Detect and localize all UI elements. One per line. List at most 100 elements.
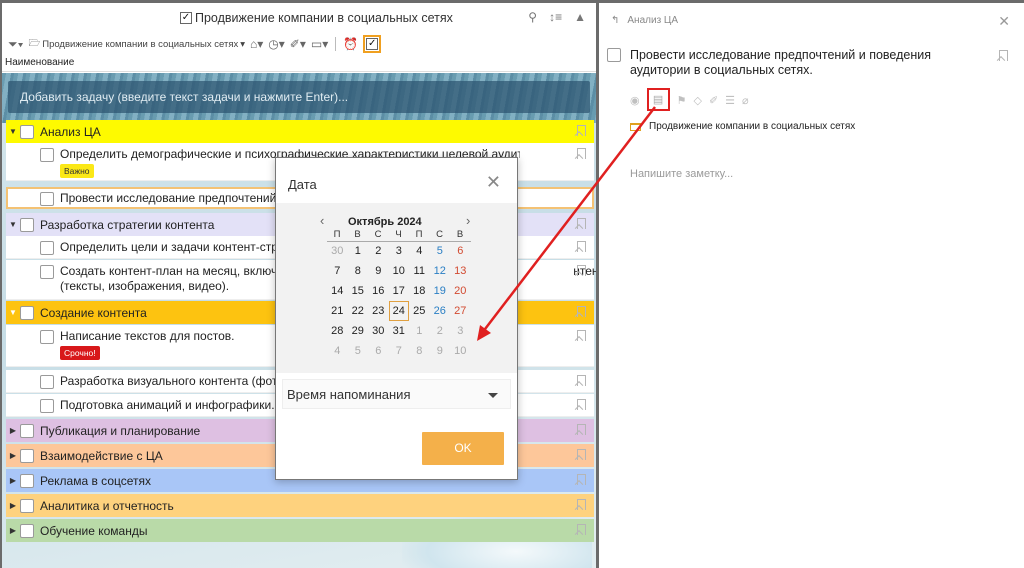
group-checkbox[interactable] xyxy=(20,523,34,538)
clock-filter-icon[interactable]: ◷▾ xyxy=(268,37,285,51)
calendar-day[interactable]: 28 xyxy=(327,321,348,341)
calendar-day[interactable]: 19 xyxy=(430,281,451,301)
calendar-day[interactable]: 7 xyxy=(389,341,410,361)
calendar-day[interactable]: 3 xyxy=(389,241,410,261)
expand-arrow-icon[interactable]: ▶ xyxy=(6,426,20,435)
close-icon[interactable]: ✕ xyxy=(998,13,1010,30)
task-checkbox[interactable] xyxy=(607,48,621,62)
group-checkbox[interactable] xyxy=(20,423,34,438)
calendar-day[interactable]: 14 xyxy=(327,281,348,301)
calendar-day[interactable]: 26 xyxy=(430,301,451,321)
calendar-day[interactable]: 2 xyxy=(368,241,389,261)
completed-toggle-checkbox[interactable]: ✓ xyxy=(363,35,382,53)
collapse-icon[interactable]: ▲ xyxy=(574,10,586,24)
expand-arrow-icon[interactable]: ▼ xyxy=(6,220,20,229)
bookmark-icon[interactable] xyxy=(577,148,586,159)
tag-icon[interactable]: ◇ xyxy=(693,94,701,107)
group-checkbox[interactable] xyxy=(20,448,34,463)
bookmark-icon[interactable] xyxy=(577,499,586,510)
tag-filter-icon[interactable]: ⌂▾ xyxy=(250,37,263,51)
bookmark-icon[interactable] xyxy=(577,125,586,136)
task-checkbox[interactable] xyxy=(40,330,54,344)
calendar-day[interactable]: 10 xyxy=(450,341,471,361)
reminder-time-select[interactable]: Время напоминания xyxy=(282,379,511,409)
add-task-input[interactable]: Добавить задачу (введите текст задачи и … xyxy=(8,81,590,113)
checklist-icon[interactable]: ☰ xyxy=(725,94,735,107)
expand-arrow-icon[interactable]: ▶ xyxy=(6,451,20,460)
expand-arrow-icon[interactable]: ▼ xyxy=(6,127,20,136)
task-checkbox[interactable] xyxy=(40,399,54,413)
group-row[interactable]: ▶ Аналитика и отчетность xyxy=(6,494,594,517)
calendar-day-today[interactable]: 24 xyxy=(388,301,409,321)
task-checkbox[interactable] xyxy=(40,265,54,279)
bookmark-icon[interactable] xyxy=(577,424,586,435)
title-checkbox[interactable]: ✓ xyxy=(180,12,192,24)
calendar-day[interactable]: 20 xyxy=(450,281,471,301)
group-checkbox[interactable] xyxy=(20,498,34,513)
priority-filter-icon[interactable]: ✐▾ xyxy=(290,37,306,51)
calendar-day[interactable]: 31 xyxy=(389,321,410,341)
calendar-day[interactable]: 13 xyxy=(450,261,471,281)
calendar-day[interactable]: 1 xyxy=(409,321,430,341)
calendar-day[interactable]: 21 xyxy=(327,301,348,321)
priority-icon[interactable]: ✐ xyxy=(709,94,718,107)
project-link[interactable]: Продвижение компании в социальных сетях xyxy=(630,121,855,132)
attachment-icon[interactable]: ⌀ xyxy=(742,94,749,107)
next-month-icon[interactable]: › xyxy=(466,213,470,228)
calendar-day[interactable]: 6 xyxy=(450,241,471,261)
calendar-day[interactable]: 9 xyxy=(368,261,389,281)
prev-month-icon[interactable]: ‹ xyxy=(320,213,324,228)
expand-arrow-icon[interactable]: ▶ xyxy=(6,526,20,535)
bookmark-icon[interactable] xyxy=(577,449,586,460)
group-row[interactable]: ▶ Обучение команды xyxy=(6,519,594,542)
sort-icon[interactable]: ↕≡ xyxy=(549,10,562,24)
calendar-day[interactable]: 30 xyxy=(368,321,389,341)
group-checkbox[interactable] xyxy=(20,124,34,139)
expand-arrow-icon[interactable]: ▶ xyxy=(6,476,20,485)
calendar-day[interactable]: 5 xyxy=(348,341,369,361)
group-row[interactable]: ▼ Анализ ЦА xyxy=(6,120,594,143)
bookmark-icon[interactable] xyxy=(577,265,586,276)
task-checkbox[interactable] xyxy=(40,375,54,389)
search-icon[interactable]: ⚲ xyxy=(528,10,537,24)
bookmark-icon[interactable] xyxy=(577,241,586,252)
bookmark-icon[interactable] xyxy=(999,50,1008,61)
group-checkbox[interactable] xyxy=(20,473,34,488)
group-checkbox[interactable] xyxy=(20,217,34,232)
calendar-day[interactable]: 6 xyxy=(368,341,389,361)
calendar-day[interactable]: 4 xyxy=(409,241,430,261)
assignee-icon[interactable]: ◉ xyxy=(630,94,640,107)
task-checkbox[interactable] xyxy=(40,192,54,206)
calendar-day[interactable]: 2 xyxy=(430,321,451,341)
expand-arrow-icon[interactable]: ▼ xyxy=(6,308,20,317)
breadcrumb[interactable]: ↰ Анализ ЦА xyxy=(611,15,678,26)
calendar-day[interactable]: 22 xyxy=(348,301,369,321)
reminder-filter-icon[interactable]: ⏰ xyxy=(343,37,358,51)
task-checkbox[interactable] xyxy=(40,148,54,162)
bookmark-icon[interactable] xyxy=(577,524,586,535)
calendar-day[interactable]: 16 xyxy=(368,281,389,301)
calendar-day[interactable]: 23 xyxy=(368,301,389,321)
calendar-day[interactable]: 1 xyxy=(348,241,369,261)
calendar-day[interactable]: 4 xyxy=(327,341,348,361)
calendar-day[interactable]: 25 xyxy=(409,301,430,321)
calendar-day[interactable]: 3 xyxy=(450,321,471,341)
bookmark-icon[interactable] xyxy=(577,330,586,341)
expand-arrow-icon[interactable]: ▶ xyxy=(6,501,20,510)
bookmark-icon[interactable] xyxy=(577,399,586,410)
calendar-day[interactable]: 18 xyxy=(409,281,430,301)
task-title[interactable]: Провести исследование предпочтений и пов… xyxy=(630,48,990,78)
calendar-day[interactable]: 10 xyxy=(389,261,410,281)
bookmark-icon[interactable] xyxy=(577,218,586,229)
calendar-day[interactable]: 9 xyxy=(430,341,451,361)
calendar-day[interactable]: 15 xyxy=(348,281,369,301)
note-input[interactable]: Напишите заметку... xyxy=(630,168,733,180)
calendar-day[interactable]: 5 xyxy=(430,241,451,261)
calendar-day[interactable]: 29 xyxy=(348,321,369,341)
calendar-day[interactable]: 30 xyxy=(327,241,348,261)
calendar-day[interactable]: 7 xyxy=(327,261,348,281)
calendar-day[interactable]: 12 xyxy=(430,261,451,281)
flag-icon[interactable]: ⚑ xyxy=(677,94,687,107)
calendar-day[interactable]: 17 xyxy=(389,281,410,301)
project-filter[interactable]: 🗁 Продвижение компании в социальных сетя… xyxy=(28,36,245,52)
